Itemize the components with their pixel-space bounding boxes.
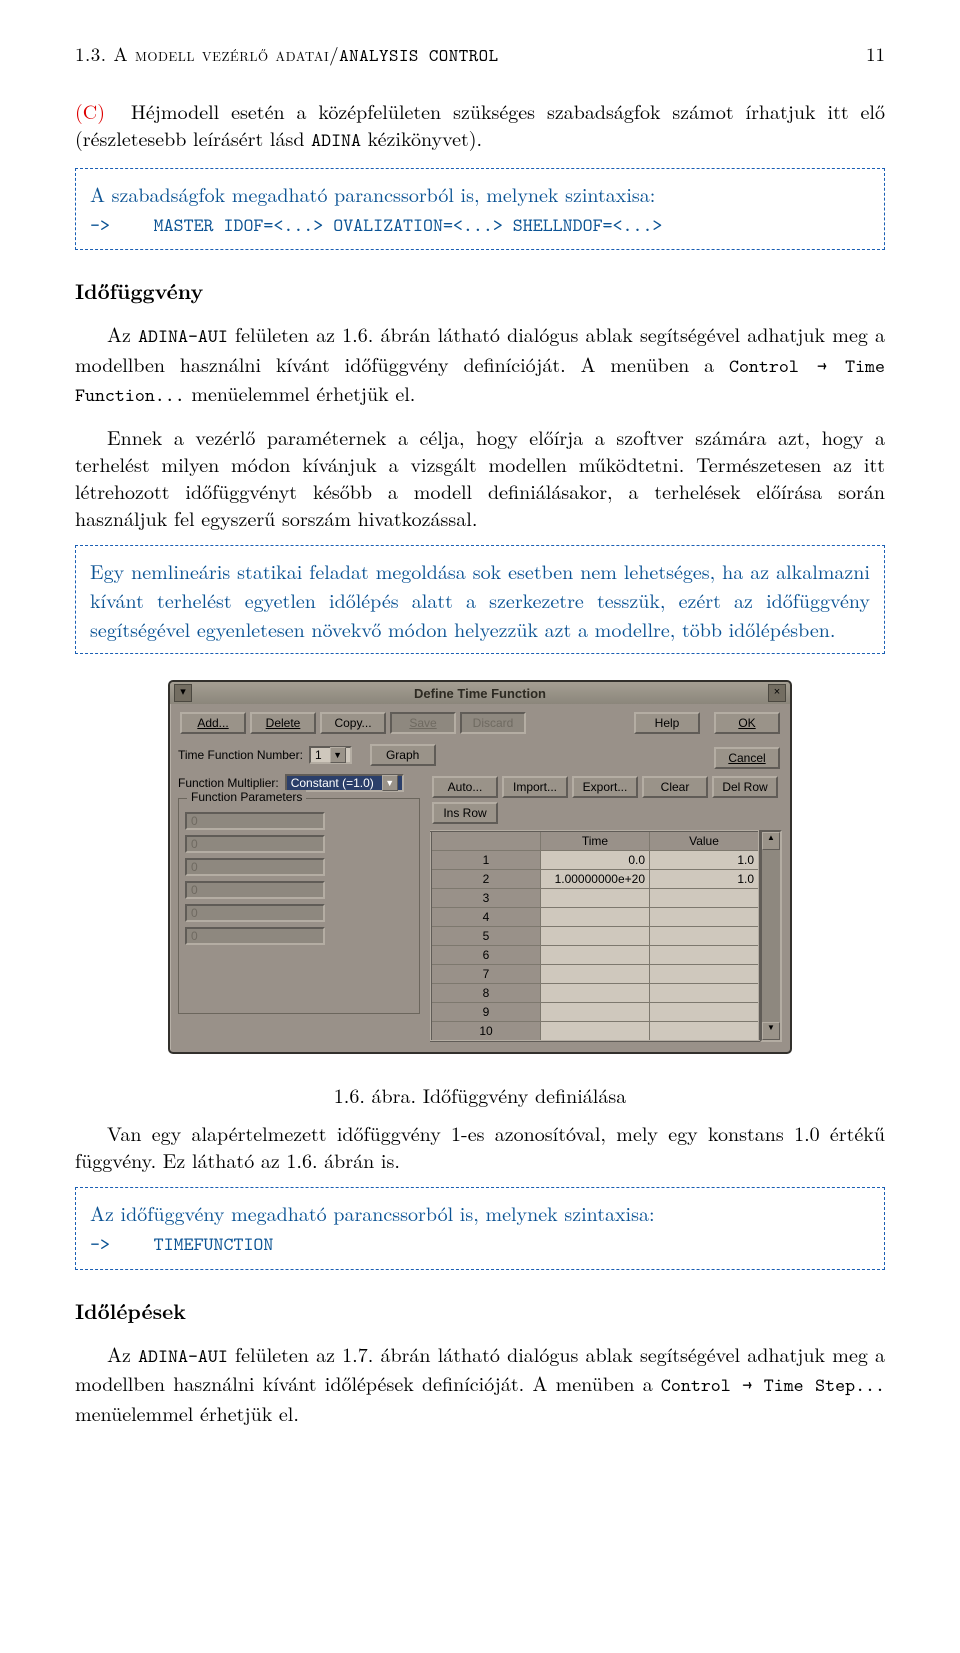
table-scrollbar[interactable]: ▲ ▼ bbox=[760, 830, 782, 1042]
cancel-button[interactable]: Cancel bbox=[714, 747, 780, 769]
ins-row-button[interactable]: Ins Row bbox=[432, 802, 498, 824]
figure-dialog: ▾ Define Time Function × Add... Delete C… bbox=[75, 680, 885, 1109]
time-value-table[interactable]: Time Value 1 0.0 1.0 2 1.00000000e+20 1.… bbox=[430, 830, 760, 1042]
save-button: Save bbox=[390, 712, 456, 734]
dialog-title: Define Time Function bbox=[192, 686, 768, 701]
tt-adina-aui: ADINA-AUI bbox=[138, 324, 228, 349]
auto-button[interactable]: Auto... bbox=[432, 776, 498, 798]
clear-button[interactable]: Clear bbox=[642, 776, 708, 798]
tfn-label: Time Function Number: bbox=[178, 748, 303, 762]
p1a: Az bbox=[107, 319, 138, 348]
export-button[interactable]: Export... bbox=[572, 776, 638, 798]
delete-button[interactable]: Delete bbox=[250, 712, 316, 734]
param-input-2 bbox=[185, 835, 325, 853]
cell-2-value[interactable]: 1.0 bbox=[650, 870, 760, 889]
page-number: 11 bbox=[866, 40, 885, 67]
close-icon[interactable]: × bbox=[768, 684, 786, 702]
corner-cell bbox=[431, 831, 541, 851]
col-time: Time bbox=[541, 831, 650, 851]
scroll-down-icon[interactable]: ▼ bbox=[762, 1022, 780, 1040]
param-input-6 bbox=[185, 927, 325, 945]
para-default-tf: Van egy alapértelmezett időfüggvény 1-es… bbox=[75, 1119, 885, 1173]
time-value-table-wrap: Time Value 1 0.0 1.0 2 1.00000000e+20 1.… bbox=[430, 830, 782, 1042]
row-2-header: 2 bbox=[431, 870, 541, 889]
chevron-down-icon[interactable]: ▼ bbox=[382, 775, 398, 791]
add-button[interactable]: Add... bbox=[180, 712, 246, 734]
import-button[interactable]: Import... bbox=[502, 776, 568, 798]
fm-label: Function Multiplier: bbox=[178, 776, 279, 790]
note-nonlinear-box: Egy nemlineáris statikai feladat megoldá… bbox=[75, 545, 885, 654]
cell-1-value[interactable]: 1.0 bbox=[650, 851, 760, 870]
ok-button[interactable]: OK bbox=[714, 712, 780, 734]
page-header: 1.3. A modell vezérlő adatai/ANALYSIS CO… bbox=[75, 40, 885, 67]
box1-intro: A szabadságfok megadható parancssorból i… bbox=[90, 179, 870, 208]
dialog-main-area: Function Multiplier: Constant (=1.0) ▼ F… bbox=[178, 774, 782, 1042]
param-input-5 bbox=[185, 904, 325, 922]
chevron-down-icon[interactable]: ▼ bbox=[330, 747, 346, 763]
para-purpose: Ennek a vezérlő paraméternek a célja, ho… bbox=[75, 423, 885, 531]
cell-1-time[interactable]: 0.0 bbox=[541, 851, 650, 870]
header-section: 1.3. A modell vezérlő adatai/ bbox=[75, 40, 339, 67]
header-code: ANALYSIS CONTROL bbox=[339, 43, 498, 67]
box3-code-line: -> TIMEFUNCTION bbox=[90, 1227, 870, 1259]
row-1-header: 1 bbox=[431, 851, 541, 870]
box3-code: TIMEFUNCTION bbox=[154, 1232, 274, 1257]
help-button[interactable]: Help bbox=[634, 712, 700, 734]
cell-2-time[interactable]: 1.00000000e+20 bbox=[541, 870, 650, 889]
p4c: menüelemmel érhetjük el. bbox=[75, 1398, 299, 1427]
tt-adina-aui-2: ADINA-AUI bbox=[138, 1344, 228, 1369]
param-input-3 bbox=[185, 858, 325, 876]
p1c: menüelemmel érhetjük el. bbox=[185, 378, 416, 407]
graph-button[interactable]: Graph bbox=[370, 744, 436, 766]
function-parameters-group: Function Parameters bbox=[178, 798, 420, 1014]
toolbar-row: Add... Delete Copy... Save Discard Help … bbox=[178, 710, 782, 736]
syntax-box-1: A szabadságfok megadható parancssorból i… bbox=[75, 168, 885, 251]
box3-intro: Az időfüggvény megadható parancssorból i… bbox=[90, 1198, 870, 1227]
item-c-paragraph: (C) Héjmodell esetén a középfelületen sz… bbox=[75, 97, 885, 154]
para-timesteps: Az ADINA-AUI felületen az 1.7. ábrán lát… bbox=[75, 1340, 885, 1426]
box1-code: MASTER IDOF=<...> OVALIZATION=<...> SHEL… bbox=[154, 213, 663, 238]
header-title: 1.3. A modell vezérlő adatai/ANALYSIS CO… bbox=[75, 40, 499, 67]
param-input-1 bbox=[185, 812, 325, 830]
window-menu-icon[interactable]: ▾ bbox=[174, 684, 192, 702]
item-label-c: (C) bbox=[75, 97, 119, 124]
group-legend: Function Parameters bbox=[187, 790, 306, 804]
tt-adina: ADINA bbox=[311, 128, 361, 153]
subheading-idolepesek: Időlépések bbox=[75, 1296, 885, 1326]
scroll-up-icon[interactable]: ▲ bbox=[762, 832, 780, 850]
discard-button: Discard bbox=[460, 712, 526, 734]
param-input-4 bbox=[185, 881, 325, 899]
item-c-tail: kézikönyvet). bbox=[361, 123, 482, 152]
p4a: Az bbox=[107, 1339, 138, 1368]
define-time-function-dialog: ▾ Define Time Function × Add... Delete C… bbox=[168, 680, 792, 1054]
dialog-body: Add... Delete Copy... Save Discard Help … bbox=[170, 704, 790, 1052]
del-row-button[interactable]: Del Row bbox=[712, 776, 778, 798]
fm-value: Constant (=1.0) bbox=[291, 776, 374, 790]
dialog-titlebar: ▾ Define Time Function × bbox=[170, 682, 790, 704]
tfn-value: 1 bbox=[315, 748, 322, 762]
para-idofuggveny-intro: Az ADINA-AUI felületen az 1.6. ábrán lát… bbox=[75, 320, 885, 409]
syntax-box-2: Az időfüggvény megadható parancssorból i… bbox=[75, 1187, 885, 1270]
col-value: Value bbox=[650, 831, 760, 851]
tt-menu-path-2: Control → Time Step... bbox=[661, 1373, 885, 1398]
tfn-select[interactable]: 1 ▼ bbox=[309, 746, 352, 764]
copy-button[interactable]: Copy... bbox=[320, 712, 386, 734]
prompt: -> bbox=[90, 212, 147, 240]
figure-caption: 1.6. ábra. Időfüggvény definiálása bbox=[75, 1080, 885, 1109]
table-toolbar: Auto... Import... Export... Clear Del Ro… bbox=[430, 774, 782, 826]
subheading-idofuggveny: Időfüggvény bbox=[75, 276, 885, 306]
prompt: -> bbox=[90, 1231, 147, 1259]
tfn-row: Time Function Number: 1 ▼ Graph bbox=[178, 742, 438, 768]
box1-code-line: -> MASTER IDOF=<...> OVALIZATION=<...> S… bbox=[90, 208, 870, 240]
